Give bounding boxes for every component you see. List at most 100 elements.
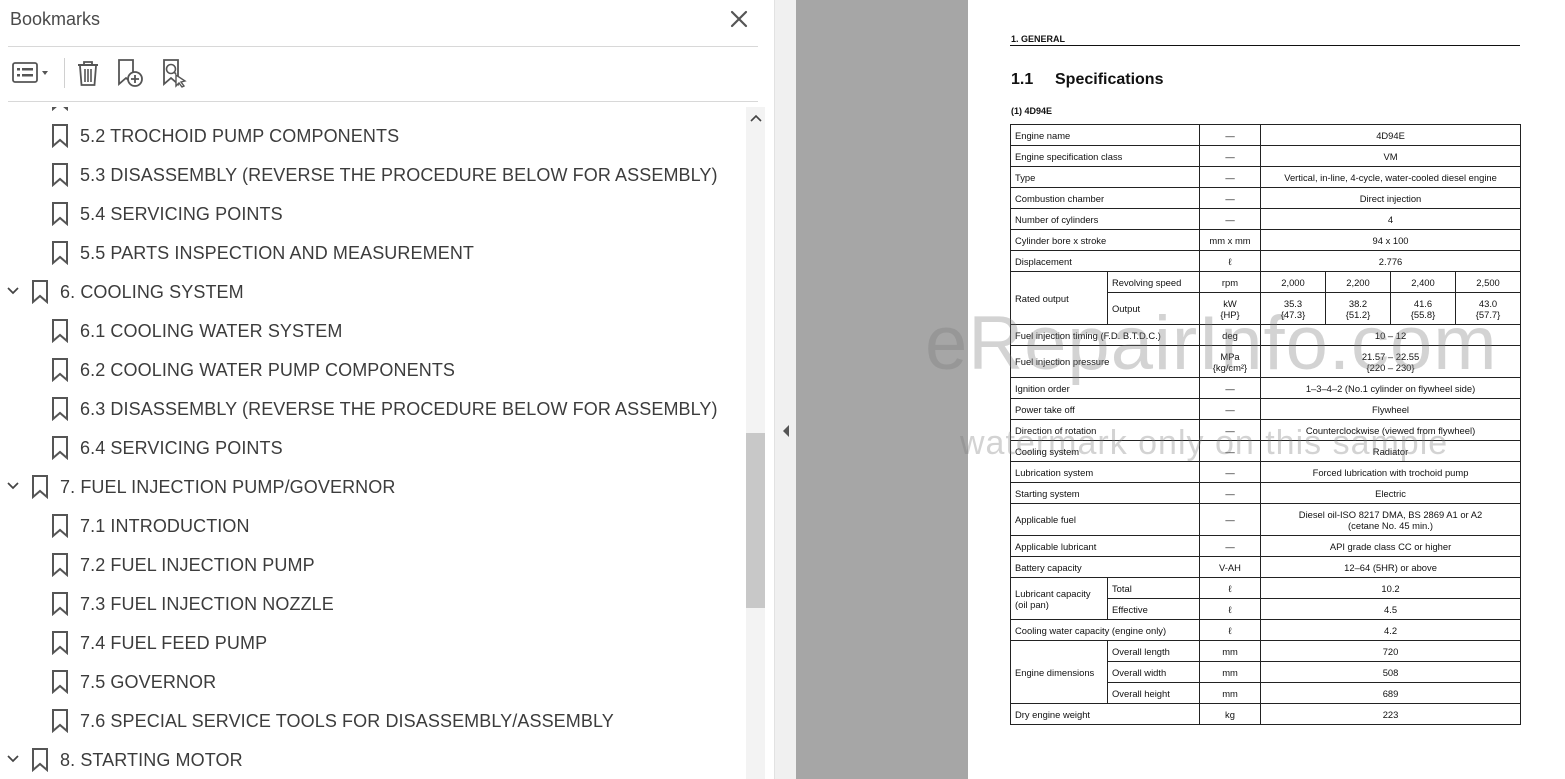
value-line: Diesel oil-ISO 8217 DMA, BS 2869 A1 or A… bbox=[1298, 508, 1483, 520]
spec-sublabel: Overall width bbox=[1107, 661, 1200, 683]
spec-label: Applicable lubricant bbox=[1010, 535, 1200, 557]
toolbar-divider bbox=[64, 58, 65, 88]
new-bookmark-icon[interactable] bbox=[112, 56, 146, 90]
value-line: 41.6 bbox=[1413, 297, 1433, 309]
bookmark-item[interactable]: 7.4 FUEL FEED PUMP bbox=[0, 626, 745, 662]
bookmark-item[interactable]: 5.5 PARTS INSPECTION AND MEASUREMENT bbox=[0, 236, 745, 272]
bookmark-label: 7.5 GOVERNOR bbox=[80, 672, 217, 692]
spec-sublabel: Overall height bbox=[1107, 682, 1200, 704]
spec-value: 94 x 100 bbox=[1259, 229, 1522, 251]
value-line: 43.0 bbox=[1478, 297, 1498, 309]
bookmark-item[interactable]: 5.3 DISASSEMBLY (REVERSE THE PROCEDURE B… bbox=[0, 158, 745, 194]
bookmark-item[interactable]: 7.2 FUEL INJECTION PUMP bbox=[0, 548, 745, 584]
model-label: (1) 4D94E bbox=[1011, 106, 1053, 116]
bookmark-item[interactable]: 6.3 DISASSEMBLY (REVERSE THE PROCEDURE B… bbox=[0, 392, 745, 428]
bookmark-icon bbox=[51, 163, 69, 192]
collapse-panel-icon[interactable] bbox=[781, 424, 791, 443]
bookmark-item[interactable]: 7. FUEL INJECTION PUMP/GOVERNOR bbox=[0, 470, 745, 506]
panel-title: Bookmarks bbox=[10, 9, 101, 29]
spec-unit: — bbox=[1199, 208, 1261, 230]
table-row: Engine dimensions Overall length mm 720 bbox=[1010, 640, 1522, 704]
bookmark-icon bbox=[51, 241, 69, 270]
bookmark-item[interactable]: 7.3 FUEL INJECTION NOZZLE bbox=[0, 587, 745, 623]
bookmark-label: 5.3 DISASSEMBLY (REVERSE THE PROCEDURE B… bbox=[80, 165, 718, 185]
chevron-down-icon[interactable] bbox=[5, 478, 21, 499]
chevron-down-icon[interactable] bbox=[5, 283, 21, 304]
bookmark-item[interactable]: 6. COOLING SYSTEM bbox=[0, 275, 745, 311]
trash-icon[interactable] bbox=[72, 56, 104, 90]
spec-value: 43.0 {57.7} bbox=[1454, 292, 1522, 325]
table-row: Cooling system — Radiator bbox=[1010, 440, 1522, 462]
spec-value: Counterclockwise (viewed from flywheel) bbox=[1259, 419, 1522, 441]
bookmark-label: 6.2 COOLING WATER PUMP COMPONENTS bbox=[80, 360, 456, 380]
pdf-page: 1. GENERAL 1.1 Specifications (1) 4D94E … bbox=[968, 0, 1565, 779]
table-row: Displacement ℓ 2.776 bbox=[1010, 250, 1522, 272]
spec-value: 2,200 bbox=[1325, 271, 1391, 293]
bookmark-icon bbox=[51, 709, 69, 738]
bookmark-label: 7.6 SPECIAL SERVICE TOOLS FOR DISASSEMBL… bbox=[80, 711, 614, 731]
table-row: Direction of rotation — Counterclockwise… bbox=[1010, 419, 1522, 441]
bookmark-icon bbox=[51, 319, 69, 348]
spec-label: Number of cylinders bbox=[1010, 208, 1200, 230]
spec-unit: ℓ bbox=[1199, 598, 1261, 620]
spec-value: 10.2 bbox=[1259, 577, 1522, 599]
divider bbox=[8, 46, 758, 47]
table-row: Engine name — 4D94E bbox=[1010, 124, 1522, 146]
scroll-up-icon[interactable] bbox=[746, 108, 765, 128]
bookmarks-panel: Bookmarks 5.2 TROCHOID PUMP COMPONENTS 5… bbox=[0, 0, 774, 779]
spec-value: 2,000 bbox=[1260, 271, 1326, 293]
bookmark-icon bbox=[51, 592, 69, 621]
bookmark-item[interactable]: 5.2 TROCHOID PUMP COMPONENTS bbox=[0, 119, 745, 155]
list-options-icon[interactable] bbox=[8, 56, 54, 90]
header-rule bbox=[1010, 45, 1520, 46]
spec-unit: deg bbox=[1199, 324, 1261, 346]
bookmark-item[interactable]: 7.6 SPECIAL SERVICE TOOLS FOR DISASSEMBL… bbox=[0, 704, 745, 740]
spec-label: Engine dimensions bbox=[1010, 640, 1108, 704]
spec-unit: — bbox=[1199, 482, 1261, 504]
close-icon[interactable] bbox=[728, 8, 750, 30]
table-row: Ignition order — 1–3–4–2 (No.1 cylinder … bbox=[1010, 377, 1522, 399]
table-row: Fuel injection pressure MPa {kg/cm²} 21.5… bbox=[1010, 345, 1522, 378]
bookmark-item[interactable]: 7.1 INTRODUCTION bbox=[0, 509, 745, 545]
spec-label: Ignition order bbox=[1010, 377, 1200, 399]
spec-unit: — bbox=[1199, 377, 1261, 399]
spec-value: API grade class CC or higher bbox=[1259, 535, 1522, 557]
unit-line: {HP} bbox=[1220, 308, 1240, 320]
spec-unit: kW {HP} bbox=[1199, 292, 1261, 325]
spec-label: Applicable fuel bbox=[1010, 503, 1200, 536]
table-row: Cooling water capacity (engine only) ℓ 4… bbox=[1010, 619, 1522, 641]
chevron-down-icon[interactable] bbox=[5, 751, 21, 772]
table-row: Type — Vertical, in-line, 4-cycle, water… bbox=[1010, 166, 1522, 188]
table-row: Fuel injection timing (F.D. B.T.D.C.) de… bbox=[1010, 324, 1522, 346]
spec-unit: — bbox=[1199, 535, 1261, 557]
bookmark-item[interactable]: 8. STARTING MOTOR bbox=[0, 743, 745, 779]
spec-value: 12–64 (5HR) or above bbox=[1259, 556, 1522, 578]
scrollbar-thumb[interactable] bbox=[746, 433, 765, 608]
spec-unit: mm bbox=[1199, 640, 1261, 662]
bookmark-item[interactable]: 5.4 SERVICING POINTS bbox=[0, 197, 745, 233]
find-current-bookmark-icon[interactable] bbox=[157, 56, 191, 90]
spec-unit: ℓ bbox=[1199, 250, 1261, 272]
spec-value: 38.2 {51.2} bbox=[1325, 292, 1391, 325]
spec-unit: — bbox=[1199, 419, 1261, 441]
specifications-table: Engine name — 4D94E Engine specification… bbox=[1010, 124, 1522, 725]
spec-value: Flywheel bbox=[1259, 398, 1522, 420]
table-row: Dry engine weight kg 223 bbox=[1010, 703, 1522, 725]
spec-value: 689 bbox=[1259, 682, 1522, 704]
spec-value: Radiator bbox=[1259, 440, 1522, 462]
spec-label: Starting system bbox=[1010, 482, 1200, 504]
spec-value: 35.3 {47.3} bbox=[1260, 292, 1326, 325]
label-line: Lubricant capacity bbox=[1015, 587, 1091, 599]
spec-value: Diesel oil-ISO 8217 DMA, BS 2869 A1 or A… bbox=[1259, 503, 1522, 536]
page-title: Specifications bbox=[1055, 71, 1164, 88]
spec-unit: — bbox=[1199, 187, 1261, 209]
table-row: Applicable fuel — Diesel oil-ISO 8217 DM… bbox=[1010, 503, 1522, 536]
spec-unit: mm bbox=[1199, 661, 1261, 683]
spec-unit: V-AH bbox=[1199, 556, 1261, 578]
bookmark-item[interactable]: 6.2 COOLING WATER PUMP COMPONENTS bbox=[0, 353, 745, 389]
spec-value: VM bbox=[1259, 145, 1522, 167]
bookmark-item[interactable]: 7.5 GOVERNOR bbox=[0, 665, 745, 701]
panel-splitter[interactable] bbox=[774, 0, 796, 779]
bookmark-item[interactable]: 6.4 SERVICING POINTS bbox=[0, 431, 745, 467]
bookmark-item[interactable]: 6.1 COOLING WATER SYSTEM bbox=[0, 314, 745, 350]
